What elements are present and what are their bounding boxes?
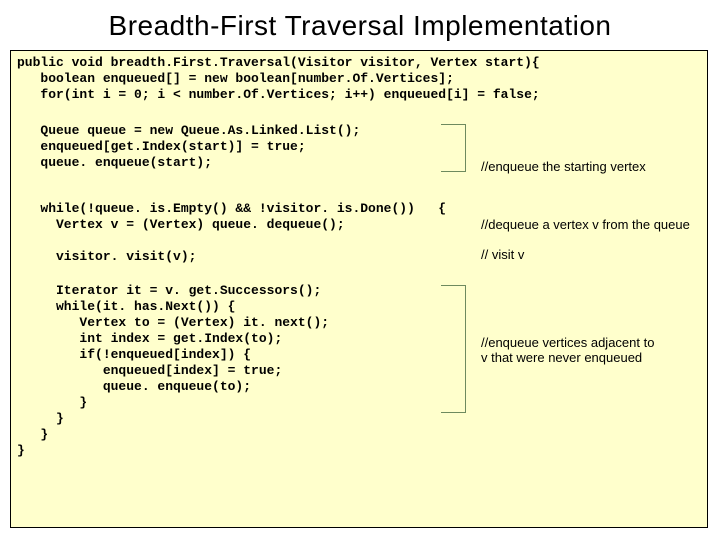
code-line: } (17, 427, 329, 443)
code-line: visitor. visit(v); (17, 249, 196, 265)
code-line: while(!queue. is.Empty() && !visitor. is… (17, 201, 446, 217)
annotation-line: v that were never enqueued (481, 350, 654, 365)
code-block-iterator: Iterator it = v. get.Successors(); while… (17, 283, 329, 459)
code-line: queue. enqueue(start); (17, 155, 360, 171)
code-block-loop-head: while(!queue. is.Empty() && !visitor. is… (17, 201, 446, 233)
code-line: } (17, 395, 329, 411)
code-block-visit: visitor. visit(v); (17, 249, 196, 265)
code-line: queue. enqueue(to); (17, 379, 329, 395)
code-line: int index = get.Index(to); (17, 331, 329, 347)
bracket-icon (441, 124, 466, 172)
code-line: boolean enqueued[] = new boolean[number.… (17, 71, 540, 87)
code-line: Vertex to = (Vertex) it. next(); (17, 315, 329, 331)
code-line: for(int i = 0; i < number.Of.Vertices; i… (17, 87, 540, 103)
code-line: Iterator it = v. get.Successors(); (17, 283, 329, 299)
annotation-enqueue-start: //enqueue the starting vertex (481, 159, 646, 174)
code-line: Vertex v = (Vertex) queue. dequeue(); (17, 217, 446, 233)
code-line: while(it. has.Next()) { (17, 299, 329, 315)
annotation-enqueue-adjacent: //enqueue vertices adjacent to v that we… (481, 335, 654, 365)
bracket-icon (441, 285, 466, 413)
code-line: enqueued[index] = true; (17, 363, 329, 379)
code-line: Queue queue = new Queue.As.Linked.List()… (17, 123, 360, 139)
annotation-line: //enqueue vertices adjacent to (481, 335, 654, 350)
page-title: Breadth-First Traversal Implementation (0, 10, 720, 42)
annotation-dequeue: //dequeue a vertex v from the queue (481, 217, 690, 232)
code-line: } (17, 411, 329, 427)
code-block-init: Queue queue = new Queue.As.Linked.List()… (17, 123, 360, 171)
annotation-visit: // visit v (481, 247, 524, 262)
code-panel: public void breadth.First.Traversal(Visi… (10, 50, 708, 528)
code-line: enqueued[get.Index(start)] = true; (17, 139, 360, 155)
code-line: if(!enqueued[index]) { (17, 347, 329, 363)
code-block-signature: public void breadth.First.Traversal(Visi… (17, 55, 540, 103)
code-line: } (17, 443, 329, 459)
code-line: public void breadth.First.Traversal(Visi… (17, 55, 540, 71)
